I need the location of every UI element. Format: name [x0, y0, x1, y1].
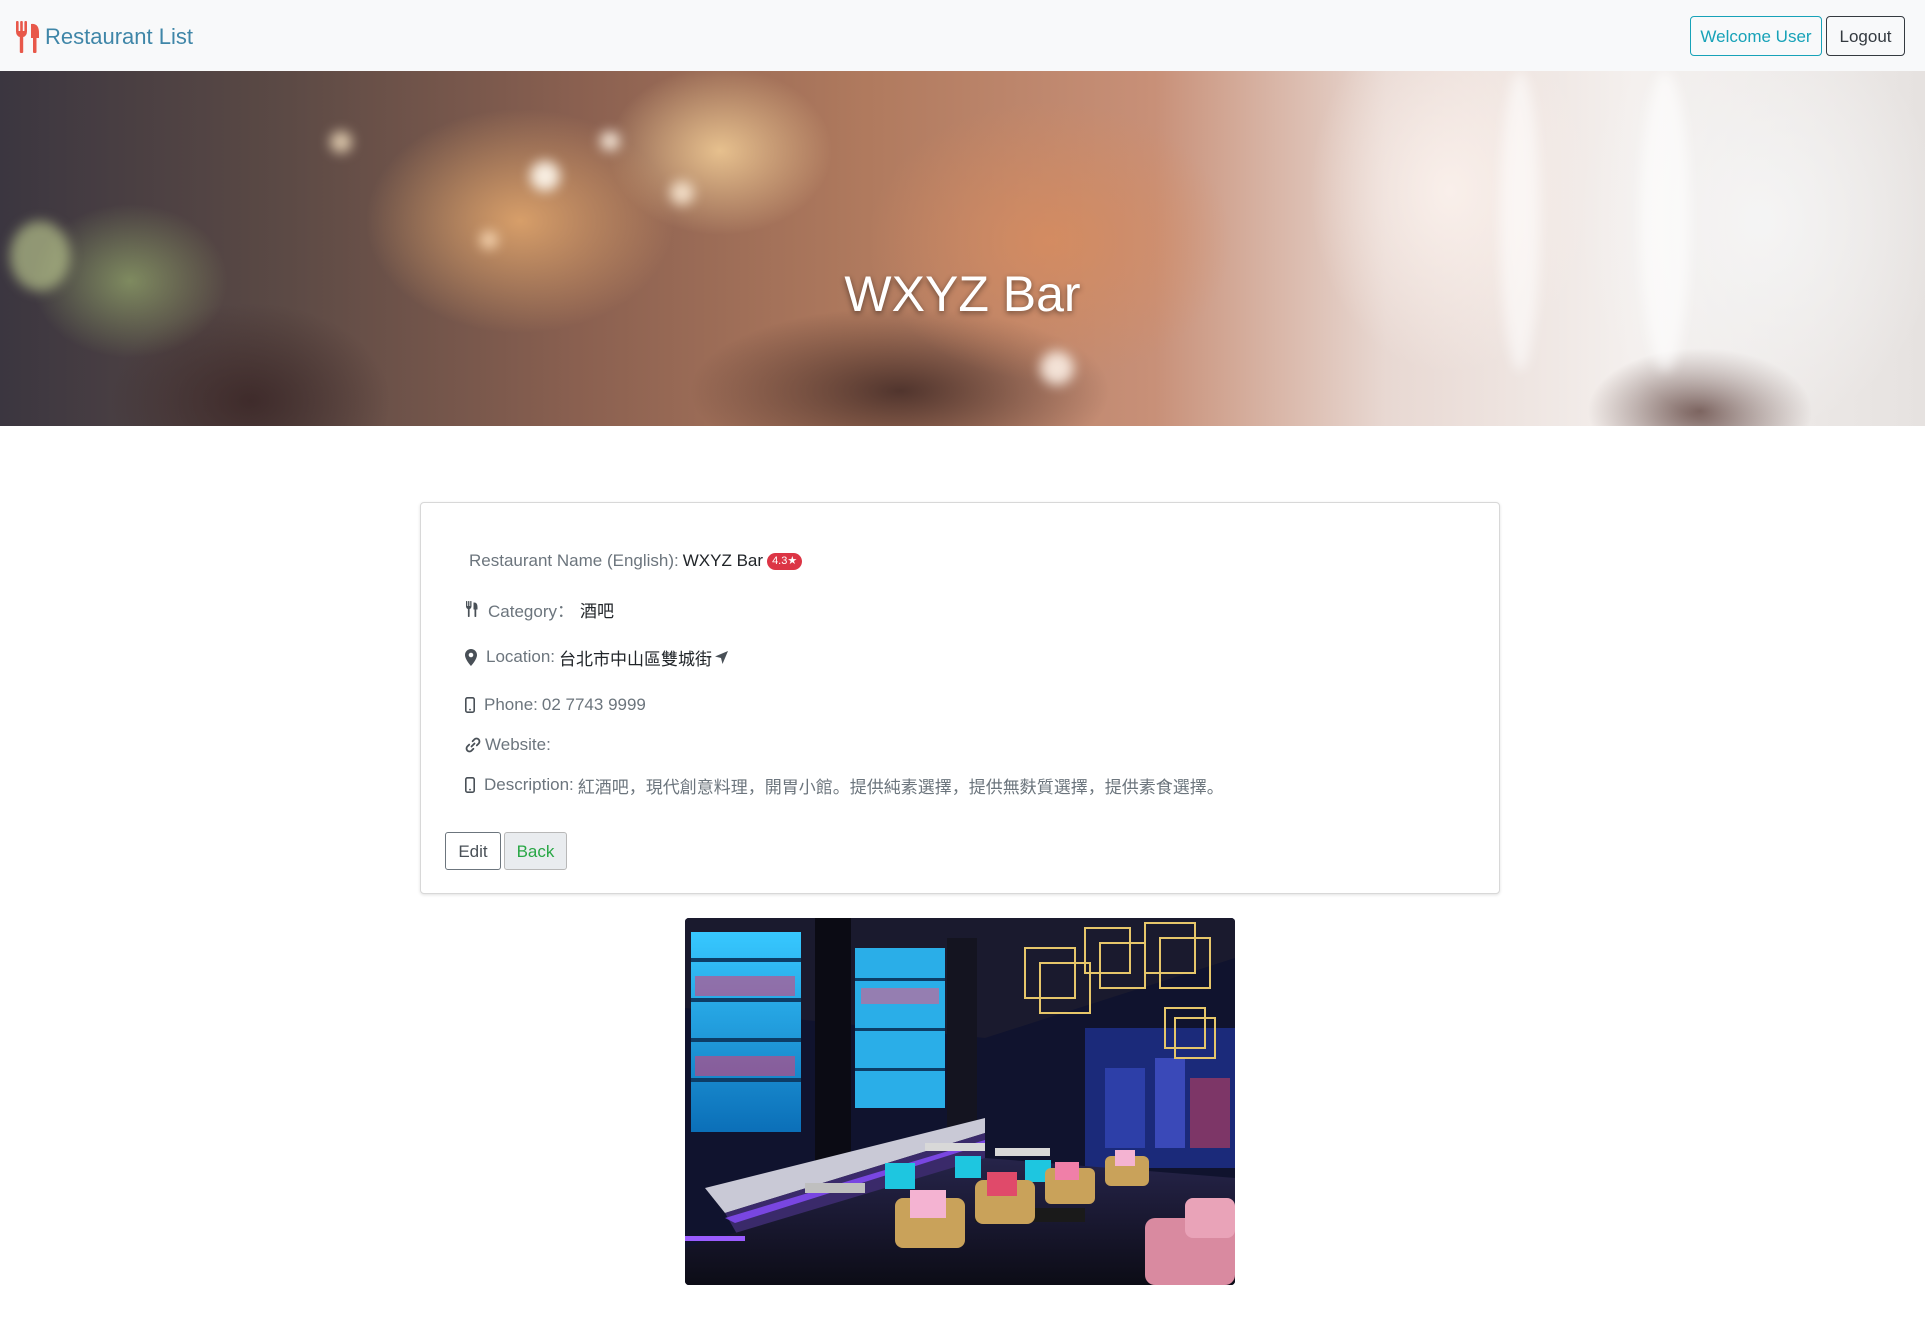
description-value: 紅酒吧，現代創意料理，開胃小館。提供純素選擇，提供無麩質選擇，提供素食選擇。: [577, 777, 1224, 797]
location-arrow-icon: [715, 650, 728, 664]
navbar: Restaurant List Welcome User Logout: [0, 0, 1925, 71]
phone-row: Phone: 02 7743 9999: [465, 692, 646, 718]
description-label: Description:: [484, 775, 574, 794]
welcome-user-button[interactable]: Welcome User: [1690, 16, 1822, 56]
back-button[interactable]: Back: [504, 832, 567, 870]
rating-badge: 4.3★: [767, 552, 803, 570]
restaurant-name-label: Restaurant Name (English):: [469, 551, 679, 570]
brand-link[interactable]: Restaurant List: [15, 20, 193, 54]
restaurant-name-value: WXYZ Bar: [682, 551, 764, 570]
edit-button[interactable]: Edit: [445, 832, 501, 870]
map-marker-icon: [465, 648, 477, 666]
logout-button[interactable]: Logout: [1826, 16, 1905, 56]
category-value: 酒吧: [579, 601, 614, 621]
restaurant-photo: [685, 918, 1235, 1285]
website-row: Website:: [465, 732, 555, 758]
bokeh-light: [330, 131, 352, 153]
link-icon: [465, 737, 481, 753]
utensils-icon: [465, 601, 479, 617]
bar-interior-illustration: [685, 918, 1235, 1285]
window-light: [1640, 71, 1690, 371]
category-row: Category： 酒吧: [465, 596, 614, 622]
bokeh-light: [1040, 351, 1074, 385]
brand-title: Restaurant List: [45, 24, 193, 49]
hero-title: WXYZ Bar: [844, 266, 1081, 322]
location-link[interactable]: 台北市中山區雙城街: [559, 645, 728, 670]
location-row: Location: 台北市中山區雙城街: [465, 644, 728, 670]
bokeh-light: [530, 161, 560, 191]
rating-value: 4.3: [772, 554, 788, 567]
star-icon: ★: [787, 554, 798, 567]
bokeh-light: [600, 131, 620, 151]
phone-label: Phone:: [484, 695, 538, 714]
hero-banner: WXYZ Bar: [0, 71, 1925, 426]
bokeh-light: [670, 181, 694, 205]
mobile-phone-icon: [465, 777, 475, 793]
description-row: Description: 紅酒吧，現代創意料理，開胃小館。提供純素選擇，提供無麩…: [465, 772, 1224, 798]
mobile-phone-icon: [465, 697, 475, 713]
phone-value: 02 7743 9999: [541, 695, 646, 714]
bokeh-light: [480, 231, 498, 249]
location-label: Location:: [486, 647, 555, 666]
restaurant-detail-card: Restaurant Name (English): WXYZ Bar 4.3★…: [420, 502, 1500, 894]
website-label: Website:: [485, 735, 551, 754]
window-light: [1500, 71, 1540, 371]
restaurant-name-row: Restaurant Name (English): WXYZ Bar 4.3★: [469, 548, 803, 574]
utensils-icon: [15, 21, 41, 53]
category-label: Category：: [488, 601, 574, 621]
location-value: 台北市中山區雙城街: [559, 649, 712, 669]
